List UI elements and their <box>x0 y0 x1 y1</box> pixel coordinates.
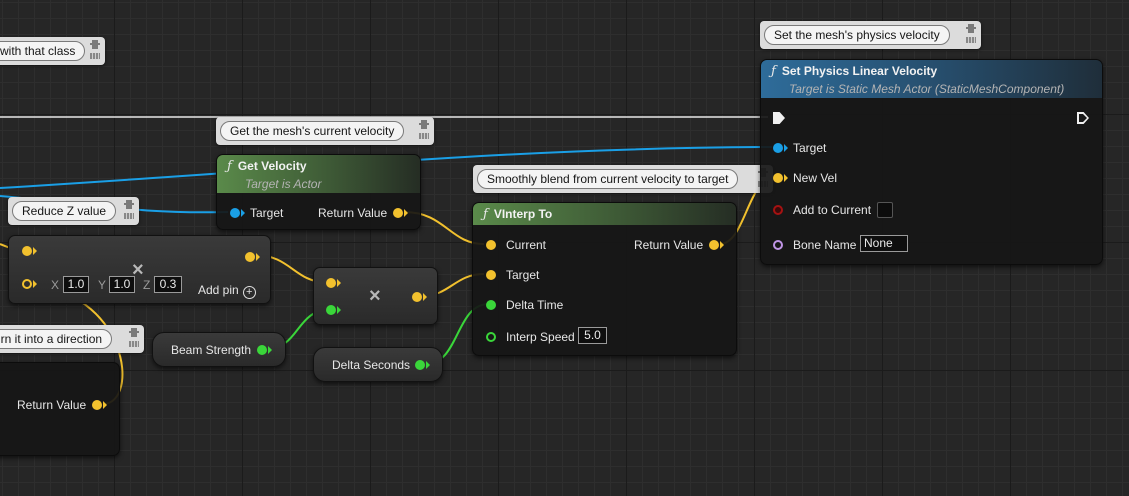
z-axis-letter: Z <box>143 278 151 292</box>
input-a-pin[interactable] <box>326 278 336 288</box>
input-a-pin[interactable] <box>22 246 32 256</box>
y-axis-letter: Y <box>98 278 107 292</box>
function-icon: ƒ <box>227 159 232 174</box>
node-normalize[interactable]: Return Value <box>0 362 120 456</box>
node-header[interactable]: ƒ VInterp To <box>473 203 736 225</box>
pin-arrow <box>784 144 788 152</box>
return-value-pin[interactable] <box>709 240 719 250</box>
node-get-velocity[interactable]: ƒ Get Velocity Target is Actor Target Ret… <box>216 154 421 230</box>
pin-label-delta-time: Delta Time <box>506 298 564 312</box>
y-value-field[interactable]: 1.0 <box>109 276 135 293</box>
add-pin-label: Add pin <box>198 283 239 297</box>
pin-arrow <box>33 280 37 288</box>
variable-label: Delta Seconds <box>332 358 411 372</box>
pushpin-icon[interactable] <box>123 200 135 220</box>
function-icon: ƒ <box>483 207 488 222</box>
input-b-pin[interactable] <box>22 279 32 289</box>
x-value-field[interactable]: 1.0 <box>63 276 89 293</box>
node-header[interactable]: ƒ Get Velocity Target is Actor <box>217 155 420 193</box>
return-value-pin[interactable] <box>393 208 403 218</box>
pin-label-return-value: Return Value <box>318 206 388 220</box>
pin-label-new-vel: New Vel <box>793 171 838 185</box>
comment-bubble-direction[interactable]: urn it into a direction <box>0 325 144 353</box>
pushpin-icon[interactable] <box>965 24 977 44</box>
input-b-pin[interactable] <box>326 305 336 315</box>
node-title: Set Physics Linear Velocity <box>781 64 938 78</box>
comment-bubble-smooth-blend[interactable]: Smoothly blend from current velocity to … <box>473 165 773 193</box>
variable-label: Beam Strength <box>171 343 252 357</box>
node-subtitle: Target is Static Mesh Actor (StaticMeshC… <box>789 82 1065 96</box>
current-pin[interactable] <box>486 240 496 250</box>
comment-text: Reduce Z value <box>12 201 117 221</box>
comment-text: with that class <box>0 41 86 61</box>
node-subtitle: Target is Actor <box>245 177 322 191</box>
output-pin[interactable] <box>412 292 422 302</box>
z-value-field[interactable]: 0.3 <box>154 276 182 293</box>
return-value-pin[interactable] <box>92 400 102 410</box>
pin-label-return-value: Return Value <box>634 238 704 252</box>
pushpin-icon[interactable] <box>128 328 140 348</box>
function-icon: ƒ <box>771 64 776 79</box>
pin-label-current: Current <box>506 238 547 252</box>
pushpin-icon[interactable] <box>418 120 430 140</box>
multiply-icon: × <box>369 285 381 307</box>
new-vel-pin[interactable] <box>773 173 783 183</box>
comment-bubble-reduce-z[interactable]: Reduce Z value <box>8 197 139 225</box>
add-to-current-pin[interactable] <box>773 205 783 215</box>
pin-label-add-to-current: Add to Current <box>793 203 872 217</box>
pin-label-target: Target <box>506 268 540 282</box>
pin-label-target: Target <box>793 141 827 155</box>
x-axis-letter: X <box>51 278 60 292</box>
interp-speed-field[interactable]: 5.0 <box>578 327 607 344</box>
pin-arrow <box>423 293 427 301</box>
comment-text: Set the mesh's physics velocity <box>764 25 950 45</box>
pin-arrow <box>404 209 408 217</box>
pin-arrow <box>268 346 272 354</box>
comment-text: Get the mesh's current velocity <box>220 121 405 141</box>
output-pin[interactable] <box>415 360 425 370</box>
target-pin[interactable] <box>486 270 496 280</box>
node-header[interactable]: ƒ Set Physics Linear Velocity Target is S… <box>761 60 1102 98</box>
node-beam-strength[interactable]: Beam Strength <box>152 332 286 367</box>
comment-bubble-with-class[interactable]: with that class <box>0 37 105 65</box>
pin-arrow <box>720 241 724 249</box>
node-multiply-float[interactable]: × <box>313 267 438 325</box>
pin-label-interp-speed: Interp Speed <box>506 330 575 344</box>
node-set-physics-linear-velocity[interactable]: ƒ Set Physics Linear Velocity Target is S… <box>760 59 1103 265</box>
target-pin[interactable] <box>230 208 240 218</box>
pin-label-bone-name: Bone Name <box>793 238 857 252</box>
node-title: VInterp To <box>493 207 553 221</box>
comment-text: urn it into a direction <box>0 329 113 349</box>
pin-arrow <box>241 209 245 217</box>
exec-input-pin[interactable] <box>773 112 785 124</box>
node-title: Get Velocity <box>237 159 307 173</box>
interp-speed-pin[interactable] <box>486 332 496 342</box>
delta-time-pin[interactable] <box>486 300 496 310</box>
pushpin-icon[interactable] <box>89 40 101 60</box>
add-pin-button[interactable]: Add pin + <box>198 283 256 299</box>
pin-arrow <box>337 306 341 314</box>
pin-label-target: Target <box>250 206 284 220</box>
pin-label-return-value: Return Value <box>17 398 87 412</box>
node-vinterp-to[interactable]: ƒ VInterp To Current Return Value Target … <box>472 202 737 356</box>
node-delta-seconds[interactable]: Delta Seconds <box>313 347 443 382</box>
node-multiply-vector[interactable]: × X 1.0 Y 1.0 Z 0.3 Add pin + <box>8 235 271 304</box>
comment-bubble-set-velocity[interactable]: Set the mesh's physics velocity <box>760 21 981 49</box>
pin-arrow <box>337 279 341 287</box>
pin-arrow <box>426 361 430 369</box>
output-pin[interactable] <box>245 252 255 262</box>
comment-bubble-get-velocity[interactable]: Get the mesh's current velocity <box>216 117 434 145</box>
exec-output-pin[interactable] <box>1077 112 1089 124</box>
bone-name-field[interactable]: None <box>860 235 908 252</box>
bone-name-pin[interactable] <box>773 240 783 250</box>
add-circle-icon: + <box>242 286 256 299</box>
pin-arrow <box>103 401 107 409</box>
add-to-current-checkbox[interactable] <box>877 202 893 218</box>
pin-arrow <box>33 247 37 255</box>
pin-arrow <box>256 253 260 261</box>
output-pin[interactable] <box>257 345 267 355</box>
pin-arrow <box>784 174 788 182</box>
target-pin[interactable] <box>773 143 783 153</box>
comment-text: Smoothly blend from current velocity to … <box>477 169 739 189</box>
